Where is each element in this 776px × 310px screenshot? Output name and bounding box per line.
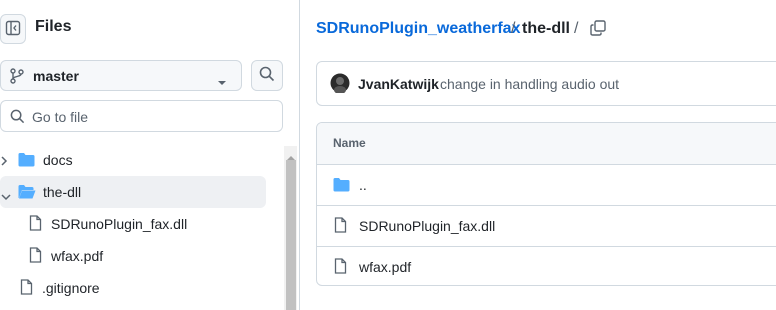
file-table: Name .. SDRunoPlugin_fax.dll wfax.pdf xyxy=(316,122,776,286)
table-header: Name xyxy=(317,123,776,165)
file-tree-sidebar: Files master Go to file docs the-dll SDR… xyxy=(0,0,300,310)
git-branch-icon xyxy=(10,68,24,87)
file-icon xyxy=(29,247,42,266)
branch-name: master xyxy=(33,68,79,84)
scrollbar-thumb[interactable] xyxy=(286,160,296,310)
breadcrumb-repo-link[interactable]: SDRunoPlugin_weatherfax xyxy=(316,20,520,38)
tree-item-gitignore[interactable]: .gitignore xyxy=(0,272,266,304)
chevron-right-icon xyxy=(0,154,8,170)
tree-item-docs[interactable]: docs xyxy=(0,144,266,176)
sidebar-collapse-icon xyxy=(5,20,21,39)
breadcrumb-separator: / xyxy=(574,20,579,37)
tree-item-label: docs xyxy=(43,152,73,168)
sidebar-title: Files xyxy=(35,18,72,35)
column-header-name: Name xyxy=(333,136,366,150)
folder-icon xyxy=(333,177,350,195)
search-icon xyxy=(10,109,25,127)
file-icon xyxy=(334,217,347,236)
commit-author[interactable]: JvanKatwijk xyxy=(358,76,439,92)
tree-item-wfax-pdf[interactable]: wfax.pdf xyxy=(0,240,266,272)
search-button[interactable] xyxy=(251,60,283,91)
latest-commit-bar: JvanKatwijk change in handling audio out xyxy=(316,61,776,106)
table-row[interactable]: .. xyxy=(317,165,776,206)
parent-directory-link[interactable]: .. xyxy=(359,177,367,193)
copy-path-icon[interactable] xyxy=(590,20,606,39)
go-to-file-placeholder: Go to file xyxy=(32,109,89,125)
branch-selector[interactable]: master xyxy=(0,60,242,91)
table-row[interactable]: SDRunoPlugin_fax.dll xyxy=(317,206,776,247)
file-name-link[interactable]: wfax.pdf xyxy=(359,259,411,275)
file-icon xyxy=(20,279,33,298)
tree-item-label: SDRunoPlugin_fax.dll xyxy=(51,216,188,232)
table-row[interactable]: wfax.pdf xyxy=(317,247,776,285)
breadcrumb-current-folder: the-dll xyxy=(522,20,570,37)
commit-message[interactable]: change in handling audio out xyxy=(440,76,619,92)
caret-down-icon xyxy=(217,73,227,89)
chevron-down-icon xyxy=(0,188,12,204)
avatar[interactable] xyxy=(330,73,350,96)
folder-open-icon xyxy=(18,184,36,202)
search-icon xyxy=(259,66,275,85)
tree-item-label: wfax.pdf xyxy=(51,248,104,264)
file-name-link[interactable]: SDRunoPlugin_fax.dll xyxy=(359,218,495,234)
tree-item-the-dll[interactable]: the-dll xyxy=(0,176,266,208)
go-to-file-input[interactable]: Go to file xyxy=(0,100,283,132)
tree-item-label: .gitignore xyxy=(42,280,100,296)
collapse-sidebar-button[interactable] xyxy=(0,14,26,44)
file-icon xyxy=(29,215,42,234)
file-icon xyxy=(334,258,347,277)
breadcrumb-separator: / xyxy=(511,20,516,37)
folder-icon xyxy=(18,152,35,170)
tree-item-sdrunoplugin-fax-dll[interactable]: SDRunoPlugin_fax.dll xyxy=(0,208,266,240)
tree-item-label: the-dll xyxy=(43,184,82,200)
